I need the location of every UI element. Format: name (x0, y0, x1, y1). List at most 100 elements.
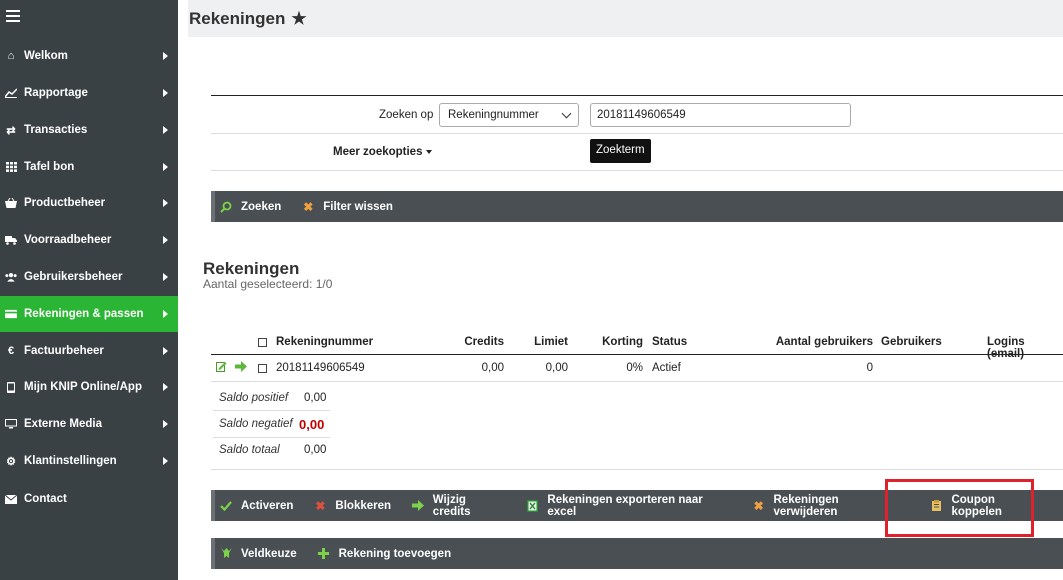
caret-right-icon (163, 126, 168, 134)
meer-zoekopties-label: Meer zoekopties (333, 146, 423, 158)
page-title-text: Rekeningen (189, 9, 286, 28)
caret-right-icon (163, 52, 168, 60)
sidebar-item-tafel-bon[interactable]: Tafel bon (0, 149, 178, 185)
caret-right-icon (163, 89, 168, 97)
mobile-icon (5, 381, 17, 393)
sidebar-item-label: Transacties (24, 124, 88, 136)
excel-icon (526, 499, 540, 513)
filter-wissen-button[interactable]: ✖ Filter wissen (301, 191, 393, 222)
divider (211, 381, 1063, 382)
wijzig-credits-label: Wijzig credits (432, 493, 471, 518)
sidebar-item-klantinstellingen[interactable]: ⚙ Klantinstellingen (0, 443, 178, 479)
zoeken-label: Zoeken (241, 200, 282, 213)
exporteren-button[interactable]: Rekeningen exporteren naar excel (526, 490, 732, 521)
rekening-toevoegen-button[interactable]: Rekening toevoegen (317, 538, 451, 569)
search-toolbar: Zoeken ✖ Filter wissen (211, 191, 1063, 222)
users-icon (5, 272, 17, 282)
sidebar-item-gebruikersbeheer[interactable]: Gebruikersbeheer (0, 259, 178, 295)
veldkeuze-label: Veldkeuze (241, 547, 297, 560)
sidebar-item-label: Rekeningen & passen (24, 308, 144, 320)
caret-right-icon (163, 236, 168, 244)
sidebar-item-welkom[interactable]: ⌂ Welkom (0, 38, 178, 74)
arrow-right-icon[interactable] (235, 361, 247, 375)
veldkeuze-button[interactable]: Veldkeuze (219, 538, 297, 569)
sidebar-item-externe-media[interactable]: Externe Media (0, 406, 178, 442)
verwijderen-button[interactable]: ✖ Rekeningen verwijderen (752, 490, 904, 521)
column-header-rekeningnummer[interactable]: Rekeningnummer (276, 336, 373, 348)
wijzig-credits-button[interactable]: Wijzig credits (411, 490, 506, 521)
activeren-button[interactable]: Activeren (219, 490, 293, 521)
sidebar-item-factuurbeheer[interactable]: € Factuurbeheer (0, 333, 178, 369)
saldo-totaal-label: Saldo totaal (219, 444, 280, 456)
zoeken-button[interactable]: Zoeken (219, 191, 281, 222)
caret-right-icon (163, 163, 168, 171)
caret-right-icon (163, 310, 168, 318)
magnifier-icon (219, 200, 233, 214)
header-band (178, 0, 1063, 37)
caret-right-icon (163, 273, 168, 281)
star-icon[interactable]: ★ (291, 9, 306, 29)
edit-icon[interactable] (216, 361, 227, 375)
cell-aantal-gebruikers: 0 (866, 362, 873, 374)
chart-icon (5, 88, 17, 98)
caret-right-icon (163, 383, 168, 391)
caret-right-icon (163, 199, 168, 207)
cell-limiet: 0,00 (545, 362, 568, 374)
plus-icon (317, 547, 331, 561)
caret-right-icon (163, 347, 168, 355)
arrow-right-icon (411, 499, 425, 513)
envelope-icon (5, 494, 17, 504)
blokkeren-button[interactable]: ✖ Blokkeren (313, 490, 391, 521)
cell-korting: 0% (626, 362, 643, 374)
sidebar-item-label: Productbeheer (24, 197, 106, 209)
column-header-aantal-gebruikers[interactable]: Aantal gebruikers (750, 336, 873, 348)
search-field-select[interactable]: Rekeningnummer (439, 103, 579, 127)
activeren-label: Activeren (241, 499, 294, 512)
select-all-checkbox[interactable] (258, 338, 267, 347)
sidebar-item-contact[interactable]: Contact (0, 481, 178, 517)
credit-card-icon (5, 309, 17, 319)
divider (211, 170, 1063, 171)
meer-zoekopties-toggle[interactable]: Meer zoekopties (333, 146, 433, 158)
saldo-totaal-value: 0,00 (304, 444, 327, 456)
filter-wissen-label: Filter wissen (323, 200, 393, 213)
sidebar-item-transacties[interactable]: ⇄ Transacties (0, 112, 178, 148)
funnel-icon (219, 547, 233, 561)
highlight-annotation-box (885, 479, 1034, 537)
chevron-down-icon (561, 108, 572, 118)
bottom-toolbar: Veldkeuze Rekening toevoegen (211, 538, 1063, 569)
search-field-selected: Rekeningnummer (448, 109, 539, 121)
clear-icon: ✖ (303, 199, 314, 214)
saldo-negatief-label: Saldo negatief (219, 418, 293, 430)
sidebar-item-productbeheer[interactable]: Productbeheer (0, 185, 178, 221)
cell-status: Actief (652, 362, 681, 374)
divider (213, 437, 330, 438)
column-header-logins[interactable]: Logins (email) (987, 336, 1063, 360)
page-title: Rekeningen ★ (189, 9, 307, 29)
column-header-limiet[interactable]: Limiet (508, 336, 568, 348)
zoeken-op-label: Zoeken op (379, 109, 434, 121)
euro-icon: € (7, 345, 15, 357)
caret-down-icon (426, 150, 433, 154)
row-checkbox[interactable] (258, 364, 267, 373)
sidebar-item-voorraadbeheer[interactable]: Voorraadbeheer (0, 222, 178, 258)
column-header-status[interactable]: Status (652, 336, 687, 348)
sidebar-item-rapportage[interactable]: Rapportage (0, 75, 178, 111)
rekening-toevoegen-label: Rekening toevoegen (338, 547, 452, 560)
sidebar-item-rekeningen-passen[interactable]: Rekeningen & passen (0, 296, 178, 332)
column-header-gebruikers[interactable]: Gebruikers (881, 336, 942, 348)
delete-icon: ✖ (753, 498, 764, 513)
search-term-input[interactable] (590, 103, 851, 127)
block-icon: ✖ (315, 498, 326, 513)
divider (211, 469, 1063, 470)
divider (213, 410, 330, 411)
caret-right-icon (163, 420, 168, 428)
sidebar-item-label: Tafel bon (24, 161, 75, 173)
sidebar-item-mijn-knip[interactable]: Mijn KNIP Online/App (0, 369, 178, 405)
sidebar-item-label: Voorraadbeheer (24, 234, 112, 246)
exchange-icon: ⇄ (6, 124, 16, 137)
cogs-icon: ⚙ (6, 455, 16, 468)
column-header-korting[interactable]: Korting (583, 336, 643, 348)
column-header-credits[interactable]: Credits (444, 336, 504, 348)
hamburger-menu-icon[interactable] (6, 10, 20, 24)
